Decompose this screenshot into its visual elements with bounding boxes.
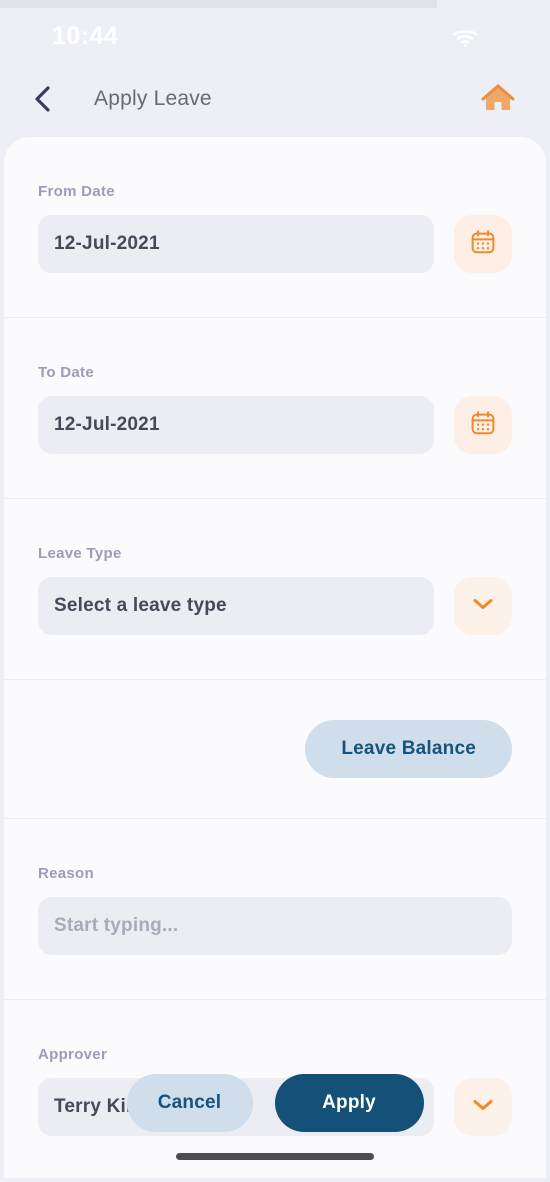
chevron-down-icon	[472, 597, 494, 616]
field-section-reason: Reason Start typing...	[4, 819, 546, 1000]
status-time: 10:44	[52, 22, 119, 50]
leave-type-value: Select a leave type	[54, 595, 227, 616]
field-section-from-date: From Date 12-Jul-2021	[4, 137, 546, 318]
cancel-button[interactable]: Cancel	[126, 1074, 253, 1132]
field-row-from-date: 12-Jul-2021	[38, 200, 512, 317]
home-icon	[481, 82, 515, 119]
home-indicator[interactable]	[176, 1153, 374, 1160]
field-label-approver: Approver	[38, 1046, 108, 1063]
field-label-leave-type: Leave Type	[38, 545, 122, 562]
field-row-reason: Start typing...	[38, 882, 512, 999]
to-date-value: 12-Jul-2021	[54, 414, 160, 435]
page-title: Apply Leave	[94, 87, 212, 110]
calendar-icon	[470, 410, 496, 441]
field-row-to-date: 12-Jul-2021	[38, 381, 512, 498]
field-label-reason: Reason	[38, 865, 94, 882]
top-edge-strip	[0, 0, 437, 8]
to-date-input[interactable]: 12-Jul-2021	[38, 396, 434, 454]
field-section-leave-type: Leave Type Select a leave type	[4, 499, 546, 680]
field-label-from-date: From Date	[38, 183, 115, 200]
form-actions: Cancel Apply	[4, 1074, 546, 1132]
leave-balance-button[interactable]: Leave Balance	[305, 720, 512, 778]
chevron-left-icon	[32, 85, 54, 118]
status-bar: 10:44	[0, 8, 550, 64]
field-row-leave-type: Select a leave type	[38, 562, 512, 679]
nav-bar: Apply Leave	[0, 64, 550, 137]
from-date-calendar-button[interactable]	[454, 215, 512, 273]
reason-placeholder: Start typing...	[54, 915, 179, 936]
field-section-to-date: To Date 12-Jul-2021	[4, 318, 546, 499]
from-date-value: 12-Jul-2021	[54, 233, 160, 254]
apply-button[interactable]: Apply	[274, 1074, 424, 1132]
reason-input[interactable]: Start typing...	[38, 897, 512, 955]
leave-type-dropdown-button[interactable]	[454, 577, 512, 635]
calendar-icon	[470, 229, 496, 260]
wifi-icon	[452, 28, 478, 48]
from-date-input[interactable]: 12-Jul-2021	[38, 215, 434, 273]
field-label-to-date: To Date	[38, 364, 94, 381]
apply-leave-form-card: From Date 12-Jul-2021 To Date 12-Jul-202…	[4, 137, 546, 1178]
home-button[interactable]	[478, 80, 518, 120]
to-date-calendar-button[interactable]	[454, 396, 512, 454]
leave-type-select[interactable]: Select a leave type	[38, 577, 434, 635]
leave-balance-section: Leave Balance	[4, 680, 546, 819]
back-button[interactable]	[22, 80, 64, 122]
